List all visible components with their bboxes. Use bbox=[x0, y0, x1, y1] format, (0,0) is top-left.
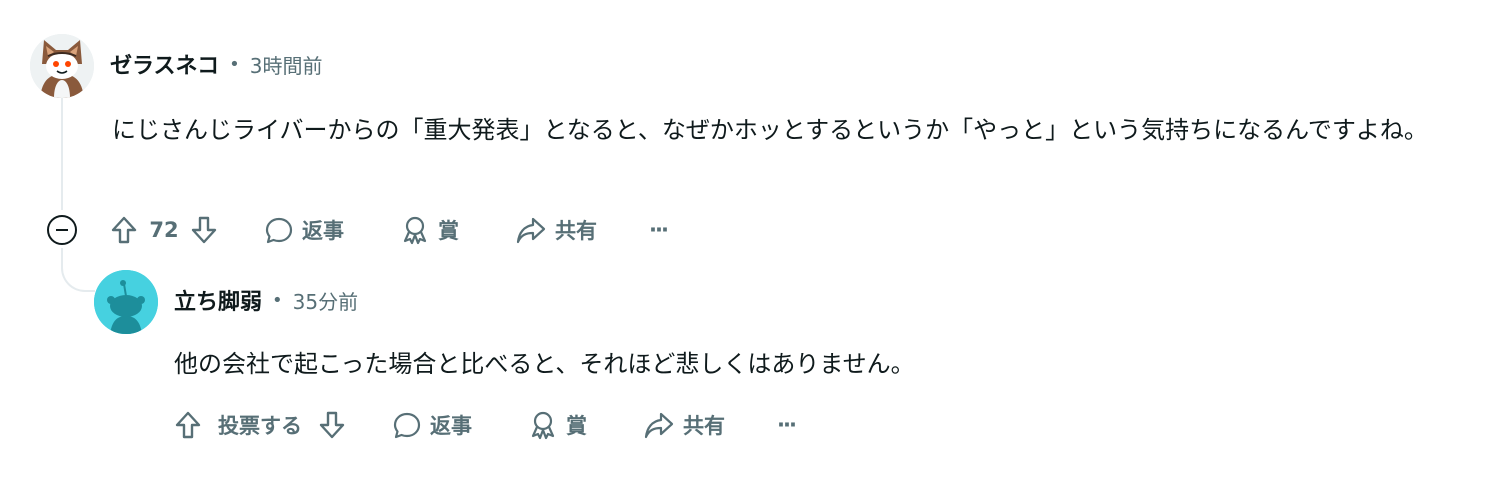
speech-bubble-icon bbox=[264, 215, 294, 245]
minus-circle-icon bbox=[56, 229, 68, 231]
reply-button[interactable]: 返事 bbox=[264, 215, 344, 245]
arrow-up-icon[interactable] bbox=[172, 409, 204, 441]
comment-body: にじさんじライバーからの「重大発表」となると、なぜかホッとするというか「やっと」… bbox=[112, 116, 1428, 144]
award-button[interactable]: 賞 bbox=[400, 215, 459, 245]
ellipsis-icon: ··· bbox=[649, 218, 669, 242]
reply-meta: 立ち脚弱 • 35分前 bbox=[174, 284, 358, 316]
vote-group: 投票する bbox=[172, 409, 348, 441]
snoo-avatar-icon bbox=[94, 270, 158, 334]
speech-bubble-icon bbox=[392, 410, 422, 440]
vote-count: 72 bbox=[149, 218, 179, 242]
arrow-up-icon[interactable] bbox=[108, 214, 140, 246]
reply-avatar[interactable] bbox=[94, 270, 158, 334]
reply-label: 返事 bbox=[302, 219, 344, 243]
award-ribbon-icon bbox=[400, 215, 430, 245]
arrow-down-icon[interactable] bbox=[188, 214, 220, 246]
share-arrow-icon bbox=[515, 215, 547, 245]
share-button[interactable]: 共有 bbox=[643, 410, 725, 440]
award-label: 賞 bbox=[566, 414, 587, 438]
reply-label: 返事 bbox=[430, 414, 472, 438]
share-label: 共有 bbox=[683, 414, 725, 438]
ellipsis-icon: ··· bbox=[777, 413, 797, 437]
meta-separator: • bbox=[272, 289, 283, 311]
reply-action-bar: 投票する 返事 賞 共有 ··· bbox=[172, 405, 797, 445]
cat-snoo-avatar-icon bbox=[30, 34, 94, 98]
reply-body: 他の会社で起こった場合と比べると、それほど悲しくはありません。 bbox=[174, 350, 915, 378]
more-options-button[interactable]: ··· bbox=[777, 413, 797, 437]
comment-avatar[interactable] bbox=[30, 34, 94, 98]
arrow-down-icon[interactable] bbox=[316, 409, 348, 441]
reply-author[interactable]: 立ち脚弱 bbox=[174, 284, 262, 316]
share-button[interactable]: 共有 bbox=[515, 215, 597, 245]
comment-author[interactable]: ゼラスネコ bbox=[110, 48, 219, 80]
vote-group: 72 bbox=[108, 214, 220, 246]
award-button[interactable]: 賞 bbox=[528, 410, 587, 440]
thread-connector bbox=[61, 248, 95, 292]
comment-meta: ゼラスネコ • 3時間前 bbox=[110, 48, 322, 80]
thread-line bbox=[61, 98, 63, 210]
comment-timestamp[interactable]: 3時間前 bbox=[250, 50, 323, 79]
comment-thread: ゼラスネコ • 3時間前 にじさんじライバーからの「重大発表」となると、なぜかホ… bbox=[0, 0, 1510, 482]
share-arrow-icon bbox=[643, 410, 675, 440]
award-label: 賞 bbox=[438, 219, 459, 243]
more-options-button[interactable]: ··· bbox=[649, 218, 669, 242]
share-label: 共有 bbox=[555, 219, 597, 243]
comment-action-bar: 72 返事 賞 共有 ··· bbox=[108, 210, 669, 250]
collapse-thread-button[interactable] bbox=[47, 215, 77, 245]
award-ribbon-icon bbox=[528, 410, 558, 440]
vote-label: 投票する bbox=[218, 414, 302, 438]
reply-button[interactable]: 返事 bbox=[392, 410, 472, 440]
meta-separator: • bbox=[229, 53, 240, 75]
reply-timestamp[interactable]: 35分前 bbox=[293, 286, 358, 315]
